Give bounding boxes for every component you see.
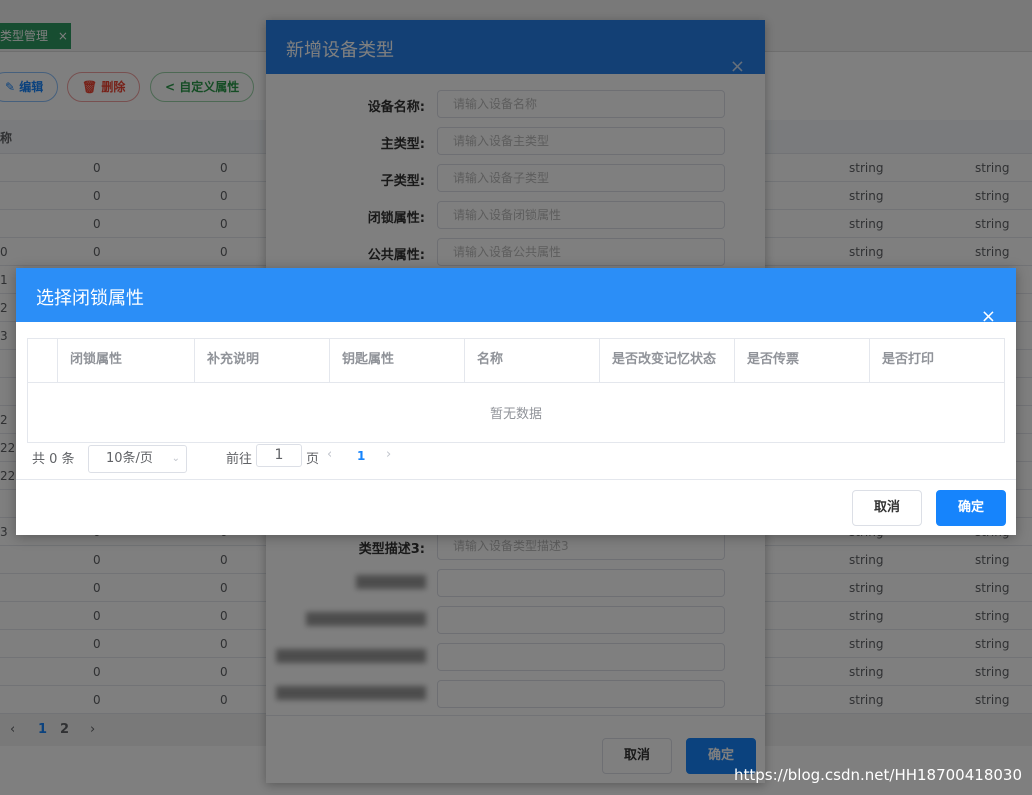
total-count: 共 0 条 [32, 452, 75, 467]
watermark: https://blog.csdn.net/HH18700418030 [734, 766, 1022, 784]
page-1[interactable]: 1 [357, 449, 365, 463]
column-header: 名称 [465, 339, 600, 383]
next-page-button[interactable]: › [386, 447, 391, 462]
empty-text: 暂无数据 [489, 407, 542, 422]
column-header: 钥匙属性 [330, 339, 465, 383]
column-header: 是否改变记忆状态 [600, 339, 735, 383]
selection-column [28, 339, 58, 383]
goto-page-input[interactable]: 1 [256, 444, 302, 467]
chevron-down-icon: ⌄ [171, 453, 180, 464]
column-header: 补充说明 [195, 339, 330, 383]
lock-attribute-table: 闭锁属性 补充说明 钥匙属性 名称 是否改变记忆状态 是否传票 是否打印 暂无数… [27, 338, 1005, 443]
page-suffix: 页 [306, 452, 320, 467]
confirm-button[interactable]: 确定 [936, 490, 1006, 526]
dialog-header: 选择闭锁属性 × [16, 268, 1016, 327]
divider [16, 479, 1016, 480]
cancel-button[interactable]: 取消 [852, 490, 922, 526]
column-header: 是否打印 [870, 339, 1005, 383]
page-size-select[interactable]: 10条/页 ⌄ [88, 445, 187, 473]
column-header: 闭锁属性 [58, 339, 195, 383]
goto-label: 前往 [226, 452, 253, 467]
select-lock-attribute-dialog: 选择闭锁属性 × 闭锁属性 补充说明 钥匙属性 名称 是否改变记忆状态 是否传票 … [16, 268, 1016, 535]
prev-page-button[interactable]: ‹ [327, 447, 332, 462]
column-header: 是否传票 [735, 339, 870, 383]
